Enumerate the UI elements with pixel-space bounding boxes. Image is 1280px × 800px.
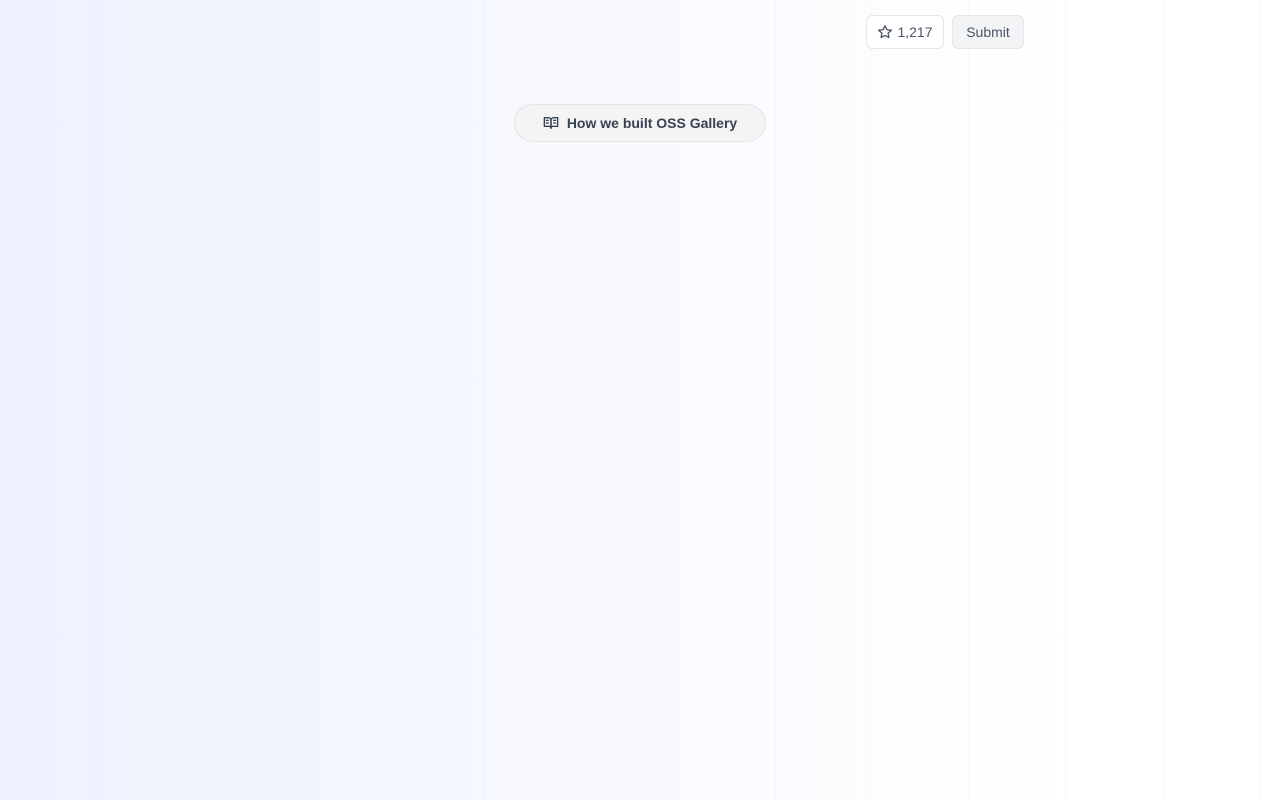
- github-star-button[interactable]: 1,217: [866, 15, 944, 49]
- announcement-label: How we built OSS Gallery: [566, 115, 738, 131]
- submit-button[interactable]: Submit: [952, 15, 1024, 49]
- star-icon: [877, 24, 893, 40]
- star-count: 1,217: [897, 24, 933, 40]
- book-open-icon: [543, 115, 559, 131]
- announcement-pill[interactable]: How we built OSS Gallery: [514, 104, 766, 142]
- header-actions: 1,217 Submit: [866, 15, 1024, 49]
